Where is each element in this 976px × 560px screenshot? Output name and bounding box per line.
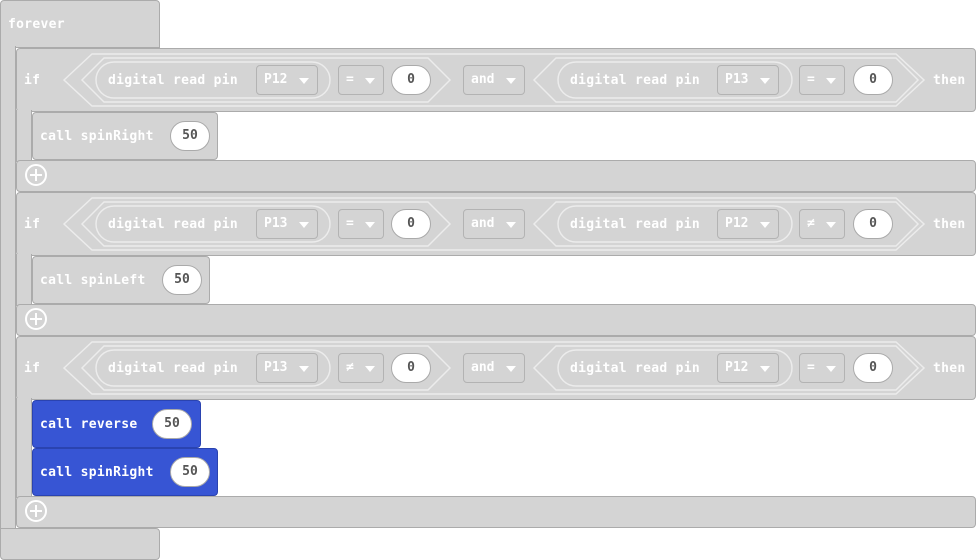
value-input[interactable]: 0 xyxy=(391,353,431,383)
digital-read-label: digital read pin xyxy=(570,73,701,88)
dropdown-caret-icon xyxy=(506,222,516,228)
forever-block-spine[interactable] xyxy=(0,46,16,534)
dropdown-caret-icon xyxy=(506,78,516,84)
then-keyword: then xyxy=(933,217,966,232)
call-label: call reverse xyxy=(40,417,138,432)
dropdown-caret-icon xyxy=(760,222,770,228)
forever-label: forever xyxy=(8,17,65,32)
call-label: call spinRight xyxy=(40,465,154,480)
if-keyword: if xyxy=(24,361,41,376)
dropdown-caret-icon xyxy=(299,78,309,84)
value-input[interactable]: 50 xyxy=(170,457,210,487)
digital-read-label: digital read pin xyxy=(570,217,701,232)
then-keyword: then xyxy=(933,73,966,88)
value-input[interactable]: 50 xyxy=(152,409,192,439)
add-else-plus-icon[interactable] xyxy=(25,308,47,330)
digital-read-label: digital read pin xyxy=(570,361,701,376)
if-block-2-spine[interactable] xyxy=(16,254,32,306)
dropdown-caret-icon xyxy=(760,366,770,372)
if-block-2-footer[interactable] xyxy=(16,304,976,336)
dropdown-caret-icon xyxy=(506,366,516,372)
operator-dropdown[interactable]: = xyxy=(799,353,845,383)
value-input[interactable]: 0 xyxy=(391,65,431,95)
operator-dropdown[interactable]: = xyxy=(338,209,384,239)
pin-dropdown[interactable]: P13 xyxy=(256,209,318,239)
dropdown-caret-icon xyxy=(826,222,836,228)
dropdown-caret-icon xyxy=(760,78,770,84)
value-input[interactable]: 50 xyxy=(170,121,210,151)
pin-dropdown[interactable]: P13 xyxy=(256,353,318,383)
dropdown-caret-icon xyxy=(826,78,836,84)
pin-dropdown[interactable]: P13 xyxy=(717,65,779,95)
value-input[interactable]: 0 xyxy=(853,65,893,95)
add-else-plus-icon[interactable] xyxy=(25,164,47,186)
value-input[interactable]: 0 xyxy=(391,209,431,239)
dropdown-caret-icon xyxy=(365,222,375,228)
if-keyword: if xyxy=(24,217,41,232)
dropdown-caret-icon xyxy=(826,366,836,372)
if-block-1-spine[interactable] xyxy=(16,110,32,162)
then-keyword: then xyxy=(933,361,966,376)
logic-operator-dropdown[interactable]: and xyxy=(463,209,525,239)
operator-dropdown[interactable]: = xyxy=(338,65,384,95)
call-label: call spinRight xyxy=(40,129,154,144)
value-input[interactable]: 0 xyxy=(853,209,893,239)
digital-read-label: digital read pin xyxy=(108,217,239,232)
if-block-3-footer[interactable] xyxy=(16,496,976,528)
operator-dropdown[interactable]: = xyxy=(799,65,845,95)
digital-read-label: digital read pin xyxy=(108,73,239,88)
call-label: call spinLeft xyxy=(40,273,146,288)
pin-dropdown[interactable]: P12 xyxy=(717,353,779,383)
if-block-3-spine[interactable] xyxy=(16,398,32,498)
dropdown-caret-icon xyxy=(299,366,309,372)
value-input[interactable]: 0 xyxy=(853,353,893,383)
operator-dropdown[interactable]: ≠ xyxy=(338,353,384,383)
dropdown-caret-icon xyxy=(365,366,375,372)
add-else-plus-icon[interactable] xyxy=(25,500,47,522)
pin-dropdown[interactable]: P12 xyxy=(256,65,318,95)
dropdown-caret-icon xyxy=(299,222,309,228)
blocks-workspace: forever if then if then if then digital … xyxy=(0,0,976,560)
logic-operator-dropdown[interactable]: and xyxy=(463,65,525,95)
logic-operator-dropdown[interactable]: and xyxy=(463,353,525,383)
digital-read-label: digital read pin xyxy=(108,361,239,376)
operator-dropdown[interactable]: ≠ xyxy=(799,209,845,239)
if-block-1-footer[interactable] xyxy=(16,160,976,192)
pin-dropdown[interactable]: P12 xyxy=(717,209,779,239)
if-keyword: if xyxy=(24,73,41,88)
value-input[interactable]: 50 xyxy=(162,265,202,295)
dropdown-caret-icon xyxy=(365,78,375,84)
forever-block-bottom[interactable] xyxy=(0,528,160,560)
